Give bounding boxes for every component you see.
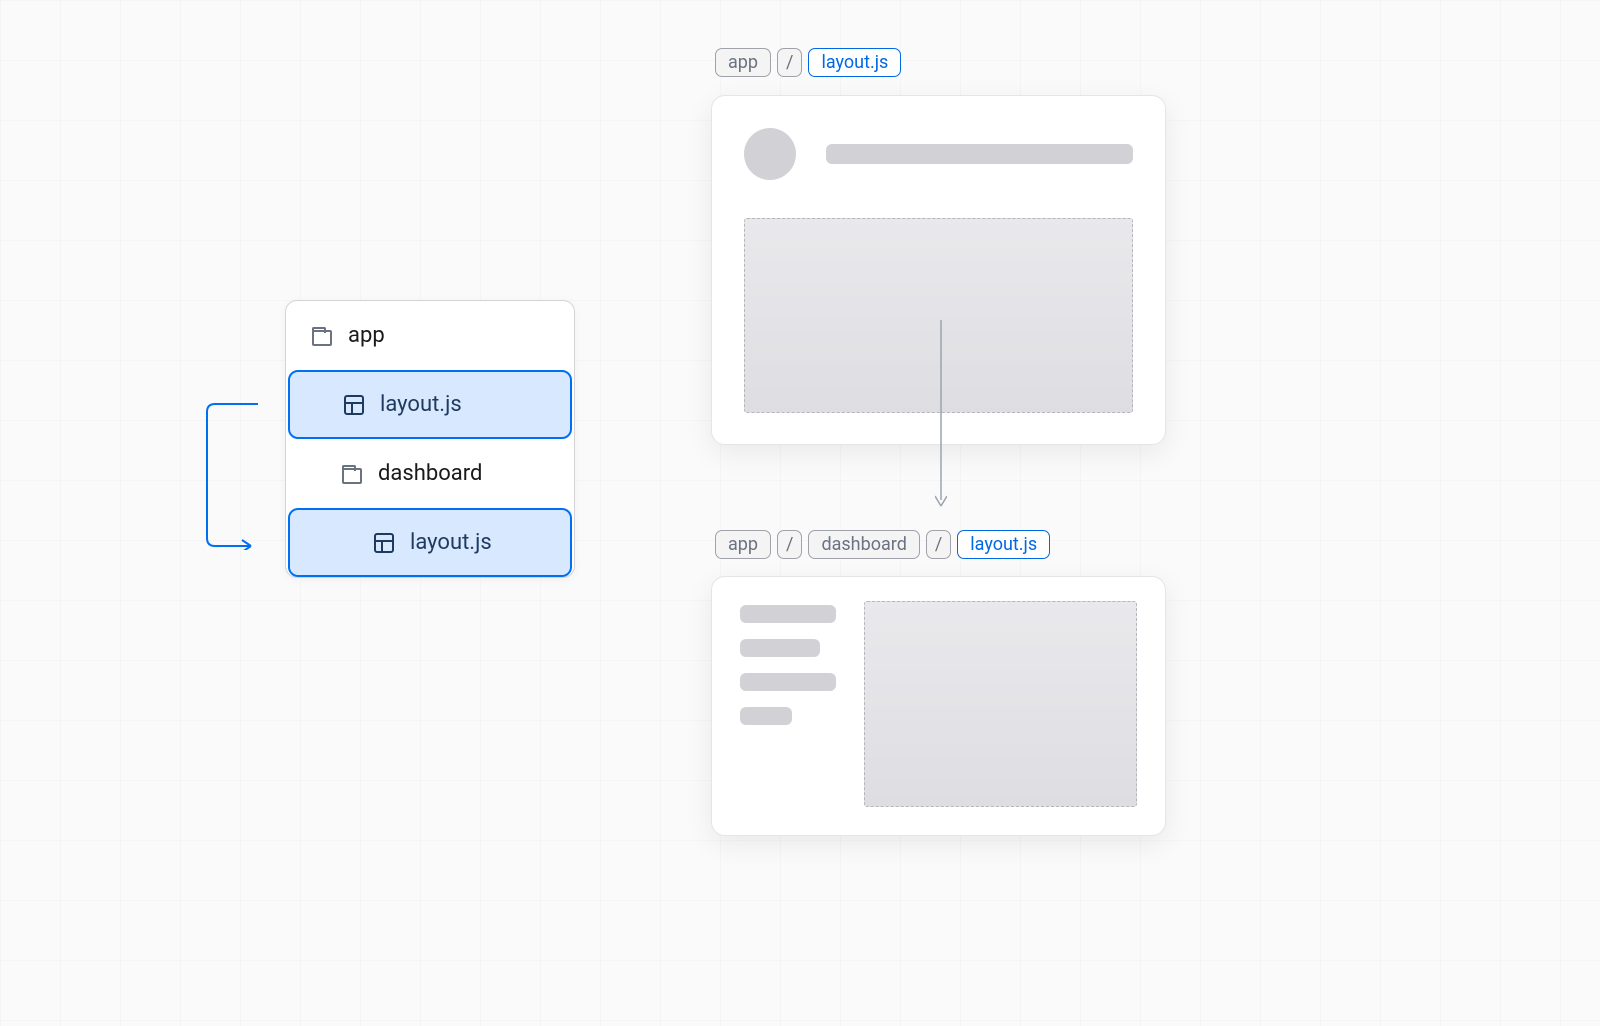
- breadcrumb-segment-layout: layout.js: [808, 48, 901, 77]
- tree-item-app[interactable]: app: [286, 301, 574, 370]
- tree-item-label: layout.js: [380, 392, 462, 417]
- tree-connector-arrow: [203, 400, 263, 550]
- avatar-placeholder: [744, 128, 796, 180]
- folder-icon: [342, 468, 362, 484]
- folder-icon: [312, 330, 332, 346]
- layout-icon: [344, 395, 364, 415]
- tree-item-app-layout[interactable]: layout.js: [288, 370, 572, 439]
- breadcrumb-segment-layout: layout.js: [957, 530, 1050, 559]
- preview-header: [744, 128, 1133, 180]
- title-bar-placeholder: [826, 144, 1133, 164]
- tree-item-label: app: [348, 323, 385, 348]
- nav-item-placeholder: [740, 605, 836, 623]
- breadcrumb-bottom: app / dashboard / layout.js: [715, 530, 1050, 559]
- file-tree: app layout.js dashboard layout.js: [285, 300, 575, 578]
- nav-item-placeholder: [740, 707, 792, 725]
- layout-icon: [374, 533, 394, 553]
- tree-item-label: dashboard: [378, 461, 482, 486]
- breadcrumb-separator: /: [777, 48, 802, 77]
- breadcrumb-separator: /: [926, 530, 951, 559]
- breadcrumb-segment-dashboard: dashboard: [808, 530, 919, 559]
- preview-sidebar: [740, 601, 836, 807]
- breadcrumb-top: app / layout.js: [715, 48, 901, 77]
- breadcrumb-separator: /: [777, 530, 802, 559]
- tree-item-dashboard[interactable]: dashboard: [286, 439, 574, 508]
- breadcrumb-segment-app: app: [715, 48, 771, 77]
- breadcrumb-segment-app: app: [715, 530, 771, 559]
- tree-item-dashboard-layout[interactable]: layout.js: [288, 508, 572, 577]
- layout-preview-dashboard: [711, 576, 1166, 836]
- nav-item-placeholder: [740, 673, 836, 691]
- children-slot: [744, 218, 1133, 413]
- children-slot: [864, 601, 1137, 807]
- layout-preview-root: [711, 95, 1166, 445]
- nav-item-placeholder: [740, 639, 820, 657]
- tree-item-label: layout.js: [410, 530, 492, 555]
